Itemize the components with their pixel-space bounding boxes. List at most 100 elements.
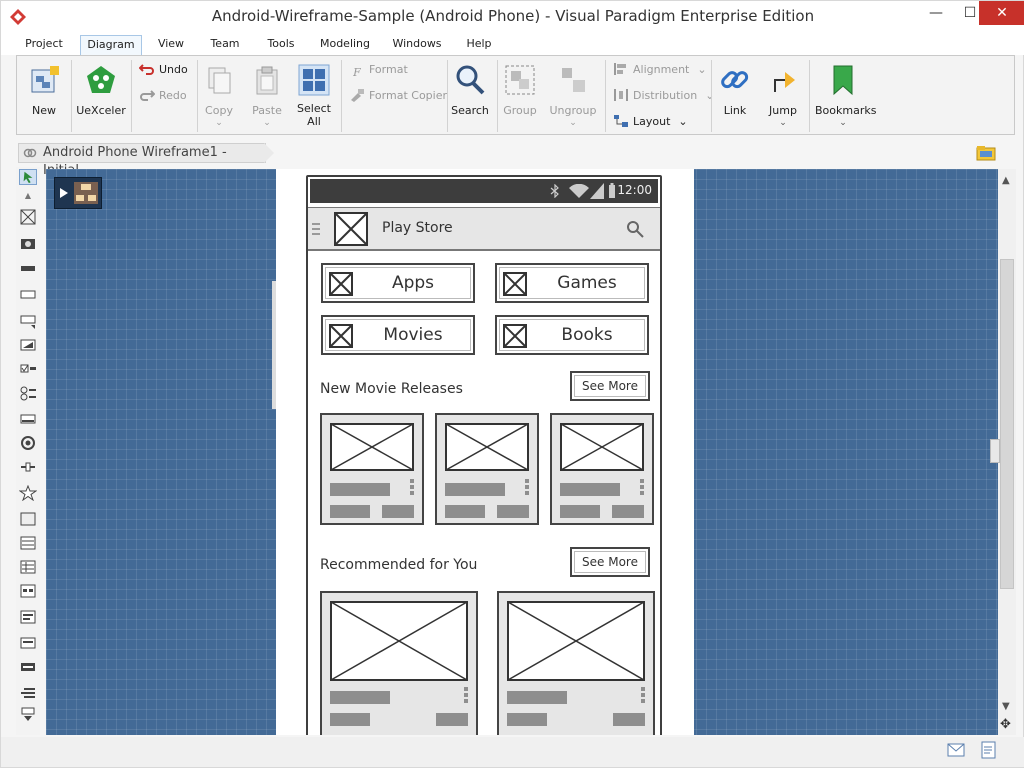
search-button[interactable]: Search <box>449 60 491 132</box>
layout-button[interactable]: Layout ⌄ <box>613 112 688 132</box>
alignment-dropdown-icon[interactable]: ⌄ <box>697 63 706 76</box>
subtitle-placeholder-bar <box>330 505 370 518</box>
paste-button[interactable]: Paste ⌄ <box>245 60 289 132</box>
overflow-menu-icon[interactable] <box>640 479 644 497</box>
distribution-dropdown-icon[interactable]: ⌄ <box>705 89 714 102</box>
scroll-up-icon[interactable]: ▲ <box>1002 175 1010 186</box>
alignment-button[interactable]: Alignment ⌄ <box>613 60 707 80</box>
movie-card[interactable] <box>550 413 654 525</box>
recommended-card[interactable] <box>320 591 478 735</box>
spinner-icon[interactable] <box>19 337 37 353</box>
new-button[interactable]: New <box>21 60 67 132</box>
camera-icon[interactable] <box>19 235 37 251</box>
ungroup-button[interactable]: Ungroup ⌄ <box>547 60 599 132</box>
list-icon[interactable] <box>19 535 37 551</box>
mail-icon[interactable] <box>947 743 965 757</box>
breadcrumb[interactable]: Android Phone Wireframe1 - Initial <box>18 143 266 178</box>
notification-icon[interactable] <box>19 685 37 701</box>
vertical-scrollbar[interactable]: ▲ ▼ ✥ <box>990 169 1016 735</box>
uexceler-button[interactable]: UeXceler <box>75 60 127 132</box>
category-games-button[interactable]: Games <box>495 263 649 303</box>
scroll-down-icon[interactable]: ▼ <box>1002 701 1010 712</box>
tab-tools[interactable]: Tools <box>261 35 301 55</box>
ungroup-dropdown-icon[interactable]: ⌄ <box>547 118 599 128</box>
group-button[interactable]: Group <box>499 60 541 132</box>
movie-card[interactable] <box>320 413 424 525</box>
undo-button[interactable]: Undo <box>139 60 188 80</box>
overflow-menu-icon[interactable] <box>464 687 468 705</box>
category-books-button[interactable]: Books <box>495 315 649 355</box>
diagram-thumbnail-icon <box>74 182 98 204</box>
text-field-icon[interactable] <box>19 411 37 427</box>
toast-icon[interactable] <box>19 659 37 675</box>
see-more-button[interactable]: See More <box>570 371 650 401</box>
layout-dropdown-icon[interactable]: ⌄ <box>678 115 687 128</box>
rectangle-icon[interactable] <box>19 511 37 527</box>
diagram-overview-button[interactable] <box>54 177 102 209</box>
movie-card[interactable] <box>435 413 539 525</box>
diagram-link-icon <box>23 148 37 158</box>
palette-more-icon[interactable] <box>19 707 37 723</box>
action-bar-icon[interactable] <box>19 261 37 277</box>
bookmarks-dropdown-icon[interactable]: ⌄ <box>815 118 871 128</box>
price-placeholder-bar <box>613 713 645 726</box>
form-icon[interactable] <box>19 609 37 625</box>
phone-wireframe[interactable]: 12:00 Play Store Apps Games Movies Books… <box>306 175 662 735</box>
tab-view[interactable]: View <box>153 35 189 55</box>
image-placeholder-icon[interactable] <box>19 209 37 225</box>
ribbon-separator <box>131 60 132 132</box>
grid-list-icon[interactable] <box>19 559 37 575</box>
scrollbar-thumb[interactable] <box>1000 259 1014 589</box>
search-icon[interactable] <box>626 220 644 238</box>
copy-button[interactable]: Copy ⌄ <box>199 60 239 132</box>
close-button[interactable]: ✕ <box>979 1 1024 25</box>
tab-help[interactable]: Help <box>461 35 497 55</box>
see-more-button[interactable]: See More <box>570 547 650 577</box>
link-button[interactable]: Link <box>715 60 755 132</box>
select-all-button[interactable]: Select All <box>293 60 335 132</box>
tab-windows[interactable]: Windows <box>389 35 445 55</box>
dropdown-shape-icon[interactable] <box>19 313 37 329</box>
pan-icon[interactable]: ✥ <box>1000 717 1011 732</box>
folder-icon[interactable] <box>976 145 996 161</box>
minimize-button[interactable]: — <box>919 1 953 25</box>
recommended-card[interactable] <box>497 591 655 735</box>
format-button[interactable]: F Format <box>349 60 408 80</box>
notes-icon[interactable] <box>981 741 997 759</box>
bookmarks-button[interactable]: Bookmarks ⌄ <box>815 60 876 132</box>
dialog-icon[interactable] <box>19 635 37 651</box>
panel-icon[interactable] <box>19 287 37 303</box>
checkbox-icon[interactable] <box>19 361 37 377</box>
tab-project[interactable]: Project <box>21 35 67 55</box>
radio-list-icon[interactable] <box>19 385 37 401</box>
placeholder-icon <box>503 272 527 296</box>
menu-list-icon[interactable] <box>19 583 37 599</box>
image-placeholder-icon <box>330 423 414 471</box>
format-copier-button[interactable]: Format Copier <box>349 86 447 106</box>
star-icon[interactable] <box>19 485 37 501</box>
tab-modeling[interactable]: Modeling <box>316 35 374 55</box>
drawer-menu-icon[interactable] <box>312 222 320 236</box>
redo-button[interactable]: Redo <box>139 86 187 106</box>
tab-team[interactable]: Team <box>206 35 244 55</box>
selector-icon[interactable] <box>19 169 37 185</box>
overflow-menu-icon[interactable] <box>641 687 645 705</box>
paste-dropdown-icon[interactable]: ⌄ <box>245 118 289 128</box>
ribbon-separator <box>341 60 342 132</box>
jump-dropdown-icon[interactable]: ⌄ <box>763 118 803 128</box>
category-movies-button[interactable]: Movies <box>321 315 475 355</box>
category-apps-button[interactable]: Apps <box>321 263 475 303</box>
overflow-menu-icon[interactable] <box>410 479 414 497</box>
palette-scroll-up-icon[interactable]: ▲ <box>19 191 37 207</box>
tab-diagram[interactable]: Diagram <box>80 35 142 55</box>
slider-icon[interactable] <box>19 459 37 475</box>
page-edge-handle[interactable] <box>272 281 276 409</box>
distribution-button[interactable]: Distribution ⌄ <box>613 86 714 106</box>
overflow-menu-icon[interactable] <box>525 479 529 497</box>
circle-progress-icon[interactable] <box>19 435 37 451</box>
split-handle[interactable] <box>990 439 1000 463</box>
format-copier-label: Format Copier <box>369 89 447 102</box>
diagram-canvas[interactable]: 12:00 Play Store Apps Games Movies Books… <box>46 169 998 735</box>
copy-dropdown-icon[interactable]: ⌄ <box>199 118 239 128</box>
jump-button[interactable]: Jump ⌄ <box>763 60 803 132</box>
